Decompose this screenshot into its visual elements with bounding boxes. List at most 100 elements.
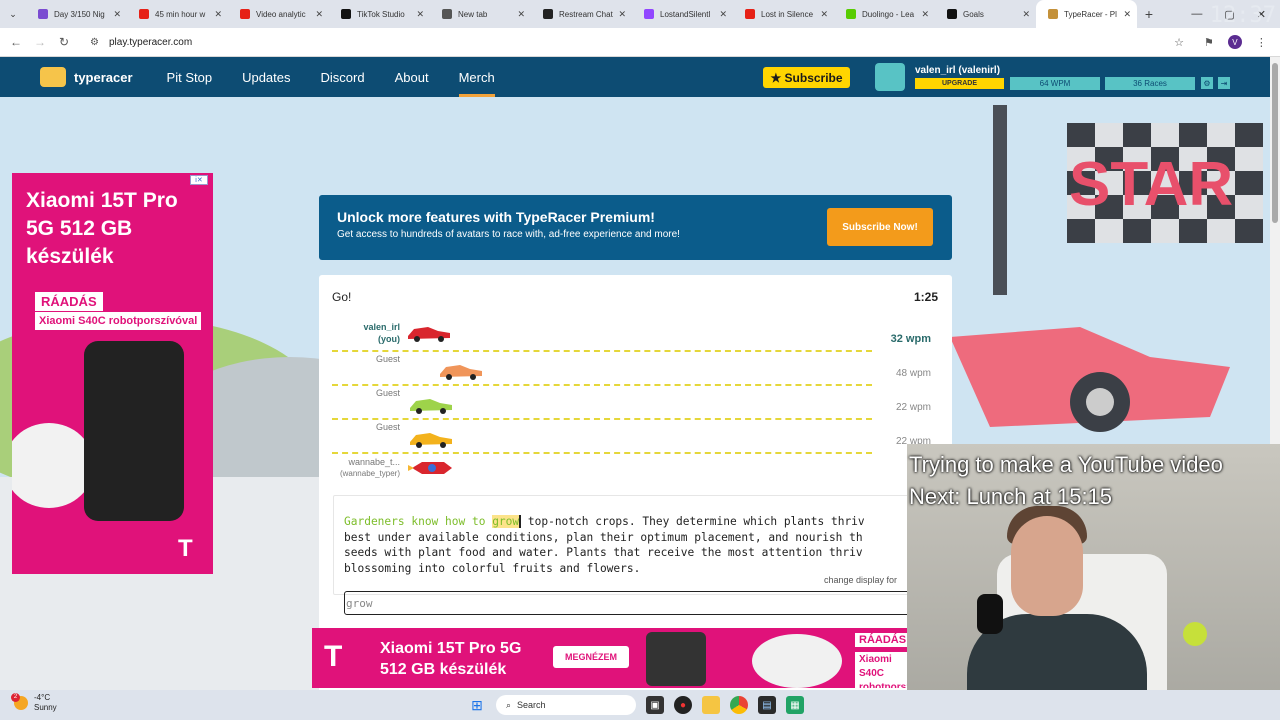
menu-updates[interactable]: Updates — [242, 57, 290, 97]
typeracer-logo[interactable]: typeracer — [40, 67, 133, 87]
chrome-icon[interactable] — [730, 696, 748, 714]
browser-tab-strip: ⌄ Day 3/150 Nig ✕ 45 min hour w ✕ Video anal… — [0, 0, 1280, 28]
race-lane: wannabe_t... (wannabe_typer) — [332, 451, 872, 485]
ad-cta-button[interactable]: MEGNÉZEM — [553, 646, 629, 668]
left-advertisement[interactable]: i✕ Xiaomi 15T Pro 5G 512 GB készülék RÁA… — [12, 173, 213, 574]
tab-close-icon[interactable]: ✕ — [315, 9, 323, 20]
browser-tab[interactable]: Day 3/150 Nig ✕ — [26, 0, 127, 28]
racer-name: Guest — [375, 422, 400, 432]
obs-icon[interactable]: ● — [674, 696, 692, 714]
browser-tab[interactable]: New tab ✕ — [430, 0, 531, 28]
weather-condition: Sunny — [34, 703, 57, 712]
taskbar-search[interactable]: ⌕ Search — [496, 695, 636, 715]
racer-name[interactable]: valen_irl (you) — [363, 321, 400, 345]
minimize-icon[interactable]: — — [1191, 8, 1202, 20]
browser-tab[interactable]: TikTok Studio ✕ — [329, 0, 430, 28]
browser-tab[interactable]: Lost in Silence ✕ — [733, 0, 834, 28]
subscribe-button[interactable]: ★ Subscribe — [763, 67, 850, 88]
typed-text: Gardeners know how to — [344, 515, 493, 528]
forward-icon[interactable]: → — [28, 35, 52, 49]
tab-title: 45 min hour w — [155, 9, 206, 19]
ad-vacuum-image — [12, 423, 94, 508]
tab-close-icon[interactable]: ✕ — [1123, 9, 1131, 20]
url-field[interactable]: ⚙ play.typeracer.com ☆ — [82, 31, 1192, 53]
browser-tab[interactable]: TypeRacer - Pl ✕ — [1036, 0, 1137, 28]
windows-taskbar: 2 -4°C Sunny ⊞ ⌕ Search ▣ ● ▤ ▦ — [0, 690, 1280, 720]
tab-favicon — [846, 9, 856, 19]
screen: ⌄ Day 3/150 Nig ✕ 45 min hour w ✕ Video anal… — [0, 0, 1280, 720]
tab-title: Duolingo - Lea — [862, 9, 915, 19]
site-info-icon[interactable]: ⚙ — [90, 37, 99, 48]
browser-tab[interactable]: 45 min hour w ✕ — [127, 0, 228, 28]
ad-subtext: Xiaomi S40C robotporsz — [855, 652, 912, 688]
tab-close-icon[interactable]: ✕ — [517, 9, 525, 20]
file-explorer-icon[interactable] — [702, 696, 720, 714]
scrollbar-thumb[interactable] — [1272, 63, 1278, 223]
menu-pit-stop[interactable]: Pit Stop — [167, 57, 213, 97]
tab-close-icon[interactable]: ✕ — [1022, 9, 1030, 20]
photos-icon[interactable]: ▤ — [758, 696, 776, 714]
tab-close-icon[interactable]: ✕ — [921, 9, 929, 20]
extensions-icon[interactable]: ⚑ — [1204, 36, 1214, 49]
weather-temp: -4°C — [34, 693, 51, 702]
settings-gear-icon[interactable]: ⚙ — [1201, 77, 1213, 89]
browser-tab[interactable]: Duolingo - Lea ✕ — [834, 0, 935, 28]
tab-favicon — [1048, 9, 1058, 19]
stream-overlay-text: Trying to make a YouTube video Next: Lun… — [909, 449, 1223, 513]
weather-badge: 2 — [11, 693, 20, 702]
reload-icon[interactable]: ↻ — [52, 35, 76, 49]
spreadsheet-icon[interactable]: ▦ — [786, 696, 804, 714]
race-timer: 1:25 — [913, 290, 938, 304]
browser-tab[interactable]: Video analytic ✕ — [228, 0, 329, 28]
new-tab-button[interactable]: + — [1137, 6, 1161, 22]
typing-input[interactable]: grow — [344, 591, 924, 615]
tab-list: Day 3/150 Nig ✕ 45 min hour w ✕ Video analyt… — [26, 0, 1137, 28]
menu-about[interactable]: About — [395, 57, 429, 97]
tab-close-icon[interactable]: ✕ — [416, 9, 424, 20]
profile-avatar[interactable]: V — [1227, 35, 1242, 49]
racer-wpm: 48 wpm — [895, 368, 931, 379]
tab-close-icon[interactable]: ✕ — [719, 9, 727, 20]
subscribe-now-button[interactable]: Subscribe Now! — [827, 208, 933, 246]
username[interactable]: valen_irl (valenirl) — [915, 65, 1000, 76]
browser-tab[interactable]: LostandSilentl ✕ — [632, 0, 733, 28]
browser-tab[interactable]: Restream Chat ✕ — [531, 0, 632, 28]
tab-close-icon[interactable]: ✕ — [113, 9, 121, 20]
menu-discord[interactable]: Discord — [321, 57, 365, 97]
race-lane: Guest — [332, 386, 872, 420]
race-lane: Guest — [332, 352, 872, 386]
browser-menu-icon[interactable]: ⋮ — [1256, 36, 1267, 49]
bookmark-star-icon[interactable]: ☆ — [1174, 36, 1184, 49]
tab-title: Video analytic — [256, 9, 306, 19]
tab-close-icon[interactable]: ✕ — [820, 9, 828, 20]
ad-brand-logo: T — [324, 640, 343, 673]
user-avatar[interactable] — [875, 63, 905, 91]
overlay-line-2: Next: Lunch at 15:15 — [909, 484, 1113, 509]
ad-info-icon[interactable]: i✕ — [190, 175, 208, 185]
search-icon: ⌕ — [506, 699, 512, 710]
bottom-advertisement[interactable]: T Xiaomi 15T Pro 5G 512 GB készülék MEGN… — [312, 628, 912, 688]
racer-wpm: 32 wpm — [890, 333, 931, 345]
browser-tab[interactable]: Goals ✕ — [935, 0, 1036, 28]
tab-title: TikTok Studio — [357, 9, 405, 19]
change-display-link[interactable]: change display for — [824, 575, 897, 585]
logout-icon[interactable]: ⇥ — [1218, 77, 1230, 89]
site-navbar: typeracer Pit Stop Updates Discord About… — [0, 57, 1270, 97]
site-menu: Pit Stop Updates Discord About Merch — [167, 57, 495, 97]
weather-widget[interactable]: 2 -4°C Sunny — [11, 693, 57, 713]
back-icon[interactable]: ← — [4, 35, 28, 49]
passage-line: best under available conditions, plan th… — [344, 530, 863, 544]
menu-merch[interactable]: Merch — [458, 57, 495, 97]
races-stat: 36 Races — [1105, 77, 1195, 90]
tab-title: Goals — [963, 9, 984, 19]
racer-name: Guest — [375, 388, 400, 398]
tab-close-icon[interactable]: ✕ — [618, 9, 626, 20]
upgrade-button[interactable]: UPGRADE — [915, 78, 1004, 89]
racer-car-icon — [410, 433, 452, 448]
task-view-icon[interactable]: ▣ — [646, 696, 664, 714]
tab-search-dropdown[interactable]: ⌄ — [0, 0, 26, 28]
tab-close-icon[interactable]: ✕ — [214, 9, 222, 20]
windows-start-icon[interactable]: ⊞ — [468, 696, 486, 714]
tab-favicon — [644, 9, 654, 19]
racer-wpm: 22 wpm — [895, 402, 931, 413]
